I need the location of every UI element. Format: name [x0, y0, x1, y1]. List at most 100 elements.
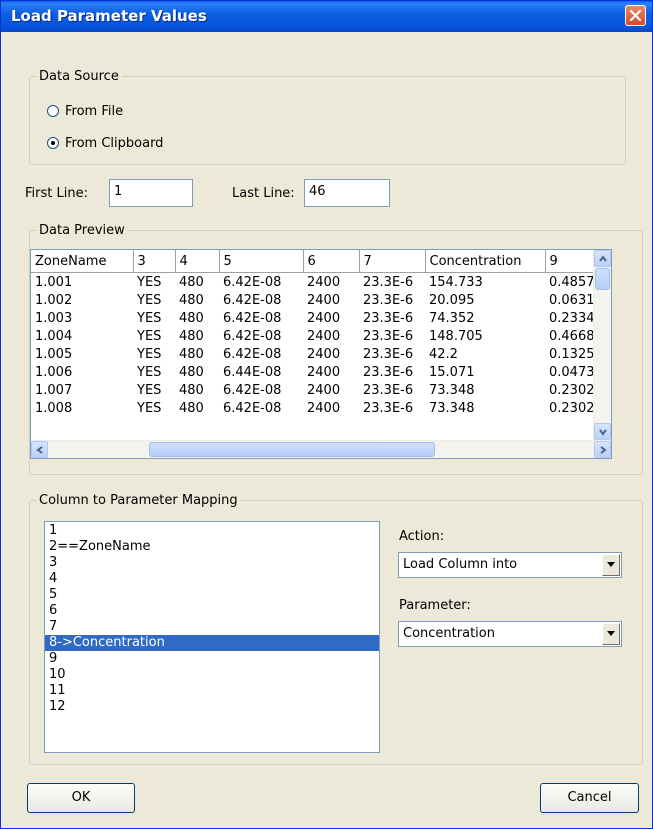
vertical-scrollbar[interactable] — [593, 250, 611, 440]
radio-from-file[interactable]: From File — [47, 102, 123, 120]
table-cell: 0.0631 — [549, 292, 595, 308]
table-cell: 73.348 — [429, 382, 475, 398]
table-cell: 2400 — [307, 382, 341, 398]
column-header[interactable]: ZoneName — [31, 250, 134, 273]
table-cell: YES — [137, 328, 162, 344]
dialog-window: Load Parameter Values Data Source From F… — [0, 0, 653, 829]
table-cell: YES — [137, 364, 162, 380]
table-cell: 0.4857 — [549, 274, 595, 290]
list-item[interactable]: 5 — [45, 587, 379, 603]
table-cell: 0.2334 — [549, 310, 595, 326]
table-header-row: ZoneName 3 4 5 6 7 Concentration 9 — [31, 250, 599, 273]
scroll-left-button[interactable] — [31, 441, 48, 458]
table-cell: 2400 — [307, 274, 341, 290]
list-item[interactable]: 1 — [45, 523, 379, 539]
table-row[interactable]: 1.005 YES 480 6.42E-08 2400 23.3E-6 42.2 0.1325 — [31, 345, 599, 363]
table-cell: 1.005 — [35, 346, 73, 362]
column-header[interactable]: 4 — [175, 250, 220, 273]
table-cell: 23.3E-6 — [363, 364, 414, 380]
table-cell: 74.352 — [429, 310, 475, 326]
list-item[interactable]: 3 — [45, 555, 379, 571]
table-cell: 23.3E-6 — [363, 400, 414, 416]
parameter-select[interactable]: Concentration — [398, 621, 622, 647]
column-mapping-list[interactable]: 1 2==ZoneName 3 4 5 6 7 8->Concentration 9 10 11 12 — [44, 521, 380, 753]
radio-label: From Clipboard — [65, 135, 164, 151]
column-header[interactable]: 5 — [219, 250, 304, 273]
table-cell: 480 — [179, 400, 204, 416]
dropdown-arrow-button[interactable] — [602, 554, 620, 576]
list-item[interactable]: 8->Concentration — [45, 635, 379, 651]
list-item[interactable]: 9 — [45, 651, 379, 667]
scroll-right-button[interactable] — [594, 441, 611, 458]
table-cell: 1.008 — [35, 400, 73, 416]
table-cell: 6.42E-08 — [223, 346, 282, 362]
list-item[interactable]: 2==ZoneName — [45, 539, 379, 555]
window-title: Load Parameter Values — [11, 7, 207, 25]
table-cell: 2400 — [307, 328, 341, 344]
mapping-legend: Column to Parameter Mapping — [39, 493, 238, 508]
table-cell: 6.42E-08 — [223, 310, 282, 326]
column-header[interactable]: 3 — [133, 250, 176, 273]
chevron-down-icon — [607, 562, 615, 567]
table-cell: 23.3E-6 — [363, 328, 414, 344]
table-cell: 480 — [179, 292, 204, 308]
radio-label: From File — [65, 103, 124, 119]
chevron-down-icon — [599, 429, 607, 436]
title-bar[interactable]: Load Parameter Values — [1, 1, 652, 32]
dropdown-arrow-button[interactable] — [602, 623, 620, 645]
table-cell: 480 — [179, 310, 204, 326]
list-item[interactable]: 6 — [45, 603, 379, 619]
table-cell: 0.2302 — [549, 382, 595, 398]
table-row[interactable]: 1.004 YES 480 6.42E-08 2400 23.3E-6 148.705 0.4… — [31, 327, 599, 345]
radio-circle[interactable] — [47, 105, 59, 117]
data-preview-legend: Data Preview — [39, 223, 125, 238]
table-cell: 20.095 — [429, 292, 475, 308]
data-preview-grid[interactable]: ZoneName 3 4 5 6 7 Concentration 9 1.001 YES 480 6… — [30, 249, 612, 459]
list-item[interactable]: 12 — [45, 699, 379, 715]
scroll-down-button[interactable] — [594, 423, 611, 440]
scroll-up-button[interactable] — [594, 250, 611, 267]
list-item[interactable]: 10 — [45, 667, 379, 683]
column-header[interactable]: Concentration — [425, 250, 546, 273]
table-cell: 480 — [179, 346, 204, 362]
first-line-input[interactable]: 1 — [109, 179, 193, 207]
table-cell: YES — [137, 292, 162, 308]
list-item[interactable]: 7 — [45, 619, 379, 635]
table-cell: 2400 — [307, 364, 341, 380]
chevron-right-icon — [600, 446, 607, 454]
table-cell: 6.42E-08 — [223, 400, 282, 416]
table-cell: YES — [137, 310, 162, 326]
table-cell: 480 — [179, 274, 204, 290]
table-row[interactable]: 1.002 YES 480 6.42E-08 2400 23.3E-6 20.095 0.06… — [31, 291, 599, 309]
action-select[interactable]: Load Column into — [398, 552, 622, 578]
last-line-input[interactable]: 46 — [304, 179, 390, 207]
last-line-label: Last Line: — [232, 186, 295, 201]
column-header[interactable]: 6 — [303, 250, 360, 273]
table-cell: 480 — [179, 364, 204, 380]
ok-button[interactable]: OK — [27, 783, 135, 813]
table-cell: 23.3E-6 — [363, 310, 414, 326]
column-header[interactable]: 7 — [359, 250, 426, 273]
table-row[interactable]: 1.007 YES 480 6.42E-08 2400 23.3E-6 73.348 0.23… — [31, 381, 599, 399]
close-button[interactable] — [625, 5, 646, 26]
horizontal-scroll-thumb[interactable] — [149, 442, 435, 457]
table-row[interactable]: 1.003 YES 480 6.42E-08 2400 23.3E-6 74.352 0.23… — [31, 309, 599, 327]
table-cell: 15.071 — [429, 364, 475, 380]
cancel-button[interactable]: Cancel — [540, 783, 639, 813]
table-row[interactable]: 1.006 YES 480 6.44E-08 2400 23.3E-6 15.071 0.04… — [31, 363, 599, 381]
table-cell: 6.42E-08 — [223, 292, 282, 308]
table-cell: 23.3E-6 — [363, 292, 414, 308]
column-header[interactable]: 9 — [545, 250, 599, 273]
radio-circle[interactable] — [47, 137, 59, 149]
table-body: 1.001 YES 480 6.42E-08 2400 23.3E-6 154.733 0.4… — [31, 273, 599, 418]
parameter-label: Parameter: — [399, 598, 471, 613]
list-item[interactable]: 4 — [45, 571, 379, 587]
vertical-scroll-thumb[interactable] — [595, 268, 610, 290]
list-item[interactable]: 11 — [45, 683, 379, 699]
table-cell: 6.42E-08 — [223, 274, 282, 290]
horizontal-scrollbar[interactable] — [31, 440, 611, 458]
radio-from-clipboard[interactable]: From Clipboard — [47, 134, 163, 152]
table-row[interactable]: 1.008 YES 480 6.42E-08 2400 23.3E-6 73.348 0.23… — [31, 399, 599, 417]
table-row[interactable]: 1.001 YES 480 6.42E-08 2400 23.3E-6 154.733 0.4… — [31, 273, 599, 292]
table-cell: YES — [137, 274, 162, 290]
